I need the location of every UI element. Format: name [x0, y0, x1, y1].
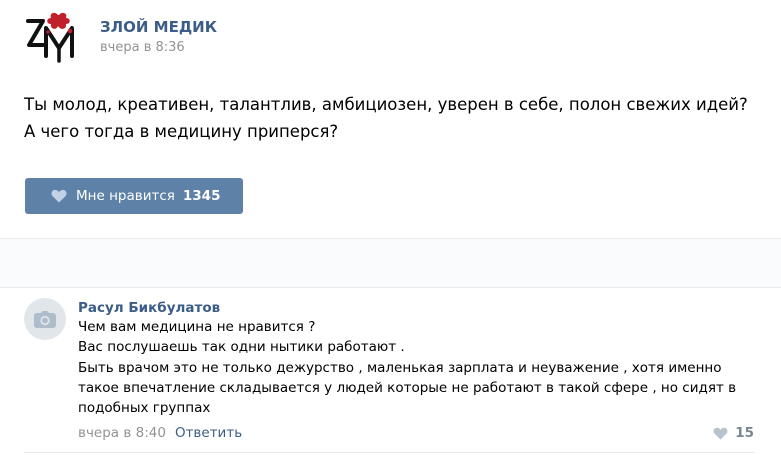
like-count: 1345 [182, 188, 221, 204]
like-button[interactable]: Мне нравится 1345 [25, 178, 243, 214]
post-text: Ты молод, креативен, талантлив, амбициоз… [24, 95, 748, 141]
comment-text-line: Быть врачом это не только дежурство , ма… [78, 359, 722, 376]
comment: Расул Бикбулатов Чем вам медицина не нра… [78, 299, 758, 418]
comment-text-line: подобных группах [78, 400, 211, 417]
section-gap [0, 239, 781, 287]
comment-like-button[interactable]: 15 [713, 424, 754, 442]
comment-text-line: Чем вам медицина не нравится ? [78, 319, 316, 335]
post-time[interactable]: вчера в 8:36 [100, 40, 217, 56]
comment-text-line: такое впечатление складывается у людей к… [78, 379, 737, 396]
post-header: ЗЛОЙ МЕДИК вчера в 8:36 [24, 10, 217, 66]
comment-footer: вчера в 8:40 Ответить 15 [78, 424, 754, 442]
divider [24, 452, 754, 453]
camera-icon [34, 310, 56, 328]
heart-icon [713, 427, 728, 440]
comment-like-count: 15 [735, 425, 754, 441]
divider [0, 287, 781, 288]
heart-icon [51, 189, 67, 203]
author-block: ЗЛОЙ МЕДИК вчера в 8:36 [100, 18, 217, 66]
group-logo-icon[interactable] [24, 10, 80, 66]
like-label: Мне нравится [76, 188, 175, 204]
reply-link[interactable]: Ответить [175, 424, 242, 442]
comment-author[interactable]: Расул Бикбулатов [78, 299, 758, 317]
comment-text-line: Вас послушаешь так одни нытики работают … [78, 339, 405, 356]
avatar[interactable] [24, 298, 66, 340]
comment-time[interactable]: вчера в 8:40 [78, 424, 166, 442]
group-name[interactable]: ЗЛОЙ МЕДИК [100, 18, 217, 36]
